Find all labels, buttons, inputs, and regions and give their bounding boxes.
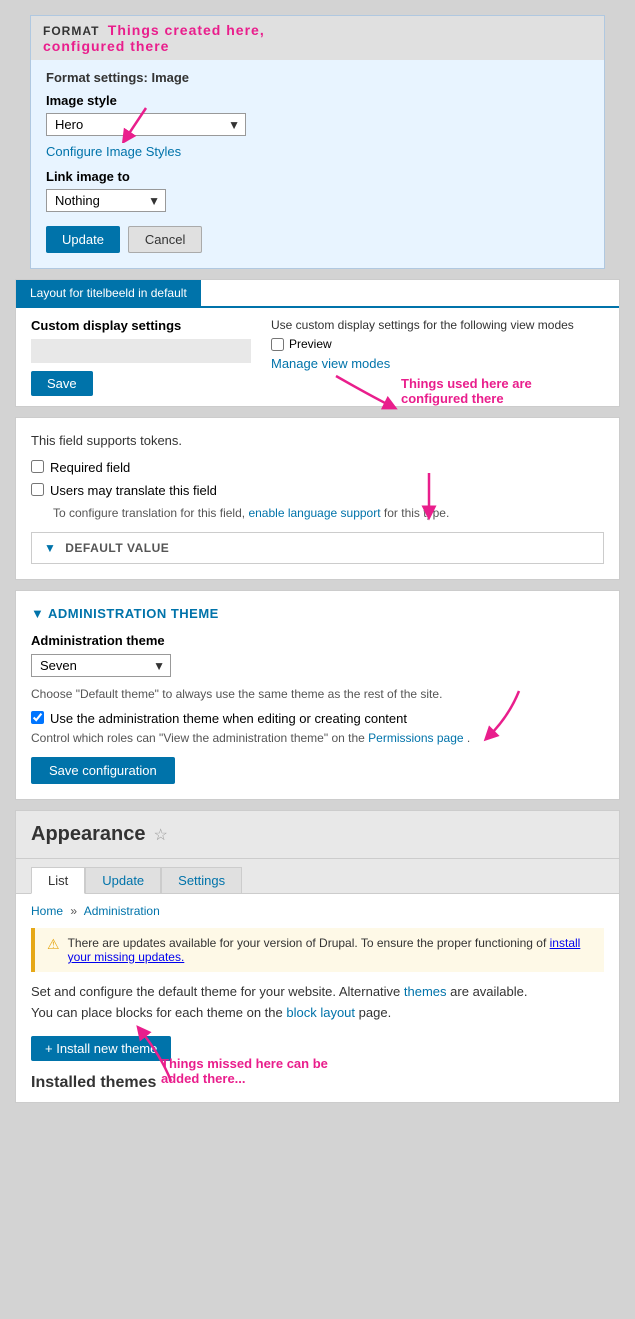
display-tabs: Layout for titelbeeld in default bbox=[16, 280, 619, 308]
translate-label: Users may translate this field bbox=[50, 483, 217, 498]
use-admin-theme-label: Use the administration theme when editin… bbox=[50, 711, 407, 726]
arrow-to-hero bbox=[106, 103, 166, 143]
save-button[interactable]: Save bbox=[31, 371, 93, 396]
notice-text: There are updates available for your ver… bbox=[68, 936, 592, 964]
notice-box: ⚠ There are updates available for your v… bbox=[31, 928, 604, 972]
tab-settings[interactable]: Settings bbox=[161, 867, 242, 893]
required-field-checkbox[interactable] bbox=[31, 460, 44, 473]
themes-link[interactable]: themes bbox=[404, 984, 447, 999]
use-admin-theme-checkbox[interactable] bbox=[31, 711, 44, 724]
star-icon[interactable]: ☆ bbox=[154, 825, 168, 845]
appearance-title: Appearance bbox=[31, 823, 146, 846]
format-label: FORMAT bbox=[43, 24, 99, 38]
save-configuration-button[interactable]: Save configuration bbox=[31, 757, 175, 784]
custom-display-bar bbox=[31, 339, 251, 363]
required-field-label: Required field bbox=[50, 460, 130, 475]
appearance-header: Appearance ☆ bbox=[16, 811, 619, 859]
translate-checkbox[interactable] bbox=[31, 483, 44, 496]
triangle-admin-icon: ▼ bbox=[31, 606, 44, 621]
appearance-section: Appearance ☆ List Update Settings Home »… bbox=[15, 810, 620, 1103]
arrow-translate bbox=[399, 468, 459, 528]
tab-list[interactable]: List bbox=[31, 867, 85, 894]
breadcrumb-admin-link[interactable]: Administration bbox=[84, 904, 160, 918]
cancel-button[interactable]: Cancel bbox=[128, 226, 202, 253]
tab-update[interactable]: Update bbox=[85, 867, 161, 893]
token-support-text: This field supports tokens. bbox=[31, 433, 604, 448]
breadcrumb: Home » Administration bbox=[31, 904, 604, 918]
required-field-row: Required field bbox=[31, 460, 604, 475]
warning-icon: ⚠ bbox=[47, 936, 60, 953]
enable-language-support-link[interactable]: enable language support bbox=[248, 506, 380, 520]
link-image-label: Link image to bbox=[46, 169, 589, 184]
link-image-select[interactable]: Nothing Content File bbox=[46, 189, 166, 212]
admin-theme-select[interactable]: Seven Bartik Default theme bbox=[31, 654, 171, 677]
preview-checkbox[interactable] bbox=[271, 338, 284, 351]
annotation-used-configured: Things used here areconfigured there bbox=[401, 376, 532, 406]
arrow-admin-theme bbox=[459, 686, 539, 746]
appearance-desc1: Set and configure the default theme for … bbox=[31, 984, 604, 999]
block-layout-link[interactable]: block layout bbox=[286, 1005, 355, 1020]
breadcrumb-sep: » bbox=[70, 904, 77, 918]
admin-theme-section-header: ▼ ADMINISTRATION THEME bbox=[31, 606, 604, 621]
breadcrumb-home-link[interactable]: Home bbox=[31, 904, 63, 918]
view-modes-text: Use custom display settings for the foll… bbox=[271, 318, 604, 332]
translate-note: To configure translation for this field,… bbox=[53, 506, 604, 520]
admin-theme-select-wrapper[interactable]: Seven Bartik Default theme ▼ bbox=[31, 654, 171, 677]
preview-label: Preview bbox=[289, 337, 332, 351]
configure-image-styles-link[interactable]: Configure Image Styles bbox=[46, 144, 589, 159]
admin-theme-label: Administration theme bbox=[31, 633, 604, 648]
annotation-missed-added: Things missed here can beadded there... bbox=[161, 1056, 328, 1086]
triangle-icon: ▼ bbox=[44, 541, 56, 555]
default-value-header: ▼ DEFAULT VALUE bbox=[44, 541, 591, 555]
format-section-header: FORMAT Things created here,configured th… bbox=[31, 16, 604, 60]
preview-checkbox-row: Preview bbox=[271, 337, 604, 351]
custom-display-label: Custom display settings bbox=[31, 318, 251, 333]
translate-field-row: Users may translate this field bbox=[31, 483, 604, 498]
default-value-section: ▼ DEFAULT VALUE bbox=[31, 532, 604, 564]
layout-tab-active[interactable]: Layout for titelbeeld in default bbox=[16, 280, 201, 306]
update-button[interactable]: Update bbox=[46, 226, 120, 253]
link-image-select-wrapper[interactable]: Nothing Content File ▼ bbox=[46, 189, 166, 212]
appearance-tabs: List Update Settings bbox=[16, 859, 619, 894]
permissions-page-link[interactable]: Permissions page bbox=[368, 731, 463, 745]
format-settings-text: Format settings: Image bbox=[46, 70, 589, 85]
